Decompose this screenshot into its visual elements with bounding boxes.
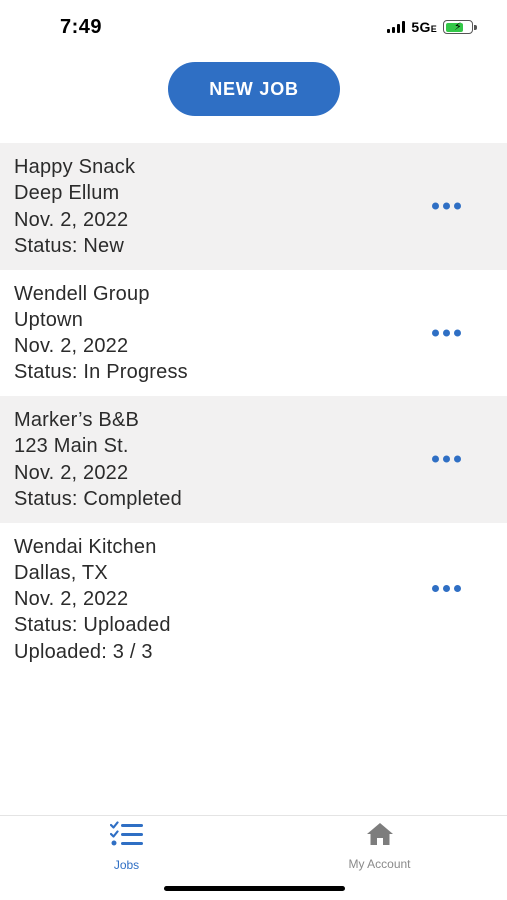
status-bar: 7:49 5GE ⚡ <box>0 0 507 56</box>
job-location: Dallas, TX <box>14 561 108 584</box>
checklist-icon <box>109 820 144 852</box>
status-indicators: 5GE ⚡ <box>387 19 477 35</box>
job-location: 123 Main St. <box>14 435 129 458</box>
new-job-button[interactable]: NEW JOB <box>168 62 340 116</box>
job-list-item[interactable]: Wendai Kitchen Dallas, TX Nov. 2, 2022 S… <box>0 523 507 673</box>
job-name: Happy Snack <box>14 156 136 178</box>
tab-label-jobs: Jobs <box>113 857 140 872</box>
job-date: Nov. 2, 2022 <box>14 208 129 231</box>
tab-my-account[interactable]: My Account <box>253 816 506 876</box>
more-options-icon[interactable] <box>430 450 463 469</box>
more-options-icon[interactable] <box>430 579 463 598</box>
job-status: Status: Uploaded <box>14 614 171 637</box>
job-name: Marker’s B&B <box>14 409 140 431</box>
job-date: Nov. 2, 2022 <box>14 461 129 484</box>
job-date: Nov. 2, 2022 <box>14 335 129 358</box>
more-options-icon[interactable] <box>430 323 463 342</box>
job-list-item[interactable]: Wendell Group Uptown Nov. 2, 2022 Status… <box>0 270 507 397</box>
job-status: Status: In Progress <box>14 361 188 384</box>
job-upload-count: Uploaded: 3 / 3 <box>14 640 153 663</box>
tab-label-my-account: My Account <box>348 856 411 871</box>
tab-jobs[interactable]: Jobs <box>0 816 253 876</box>
job-status: Status: Completed <box>14 487 182 510</box>
job-date: Nov. 2, 2022 <box>14 588 129 611</box>
battery-icon: ⚡ <box>443 20 477 34</box>
home-icon <box>366 822 394 851</box>
job-status: Status: New <box>14 234 125 257</box>
more-options-icon[interactable] <box>430 197 463 216</box>
job-location: Uptown <box>14 308 84 331</box>
tab-bar: Jobs My Account <box>0 815 507 900</box>
network-type: 5GE <box>411 19 437 35</box>
charging-bolt-icon: ⚡ <box>454 21 462 33</box>
job-name: Wendai Kitchen <box>14 535 157 558</box>
signal-strength-icon <box>387 21 406 33</box>
job-location: Deep Ellum <box>14 182 120 205</box>
job-list: Happy Snack Deep Ellum Nov. 2, 2022 Stat… <box>0 143 507 673</box>
job-list-item[interactable]: Happy Snack Deep Ellum Nov. 2, 2022 Stat… <box>0 143 507 270</box>
status-time: 7:49 <box>60 16 103 38</box>
home-indicator <box>164 886 345 891</box>
job-list-item[interactable]: Marker’s B&B 123 Main St. Nov. 2, 2022 S… <box>0 396 507 523</box>
job-name: Wendell Group <box>14 282 150 305</box>
